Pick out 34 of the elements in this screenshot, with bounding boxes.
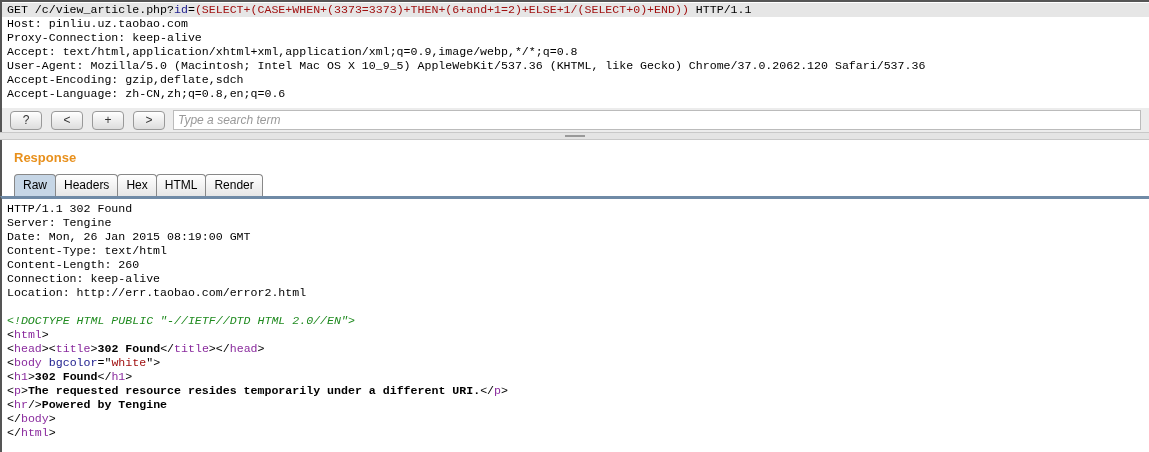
code-line: <h1>302 Found</h1>	[6, 369, 134, 384]
code-line: <!DOCTYPE HTML PUBLIC "-//IETF//DTD HTML 2.0//EN">	[6, 313, 356, 328]
code-line: </body>	[6, 411, 57, 426]
nav-button[interactable]: >	[133, 110, 165, 130]
tab[interactable]: Render	[205, 173, 263, 196]
code-line: Content-Length: 260	[6, 257, 141, 272]
nav-button[interactable]: +	[92, 110, 124, 130]
code-line: <body bgcolor="white">	[6, 355, 162, 370]
code-line: </html>	[6, 425, 57, 440]
tab[interactable]: Headers	[55, 173, 119, 196]
code-line: Server: Tengine	[6, 215, 113, 230]
code-line: <head><title>302 Found</title></head>	[6, 341, 266, 356]
code-line: Accept-Encoding: gzip,deflate,sdch	[6, 73, 245, 87]
code-line: Date: Mon, 26 Jan 2015 08:19:00 GMT	[6, 229, 252, 244]
code-line: Accept-Language: zh-CN,zh;q=0.8,en;q=0.6	[6, 87, 287, 101]
code-line: Connection: keep-alive	[6, 271, 162, 286]
code-line: HTTP/1.1 302 Found	[6, 201, 134, 216]
tab[interactable]: Hex	[117, 173, 157, 196]
code-line: Host: pinliu.uz.taobao.com	[6, 17, 189, 31]
request-editor[interactable]	[0, 0, 1149, 108]
code-line: <p>The requested resource resides temporarily under a different URI.</p>	[6, 383, 509, 398]
nav-button[interactable]: ?	[10, 110, 42, 130]
code-line: Accept: text/html,application/xhtml+xml,application/xml;q=0.9,image/webp,*/*;q=0.8	[6, 45, 579, 59]
tab[interactable]: HTML	[155, 173, 207, 196]
tab[interactable]: Raw	[14, 173, 56, 196]
code-line: User-Agent: Mozilla/5.0 (Macintosh; Intel Mac OS X 10_9_5) AppleWebKit/537.36 (KHTML, like Gecko) Chrome/37.0.2062.120 Safari/537.36	[6, 59, 927, 73]
search-field[interactable]: Type a search term	[173, 110, 1141, 130]
code-line: Location: http://err.taobao.com/error2.html	[6, 285, 308, 300]
section-title: Response	[14, 149, 78, 167]
code-line: <html>	[6, 327, 50, 342]
code-line: Content-Type: text/html	[6, 243, 169, 258]
code-line: Proxy-Connection: keep-alive	[6, 31, 203, 45]
code-line: <hr/>Powered by Tengine	[6, 397, 169, 412]
nav-button[interactable]: <	[51, 110, 83, 130]
